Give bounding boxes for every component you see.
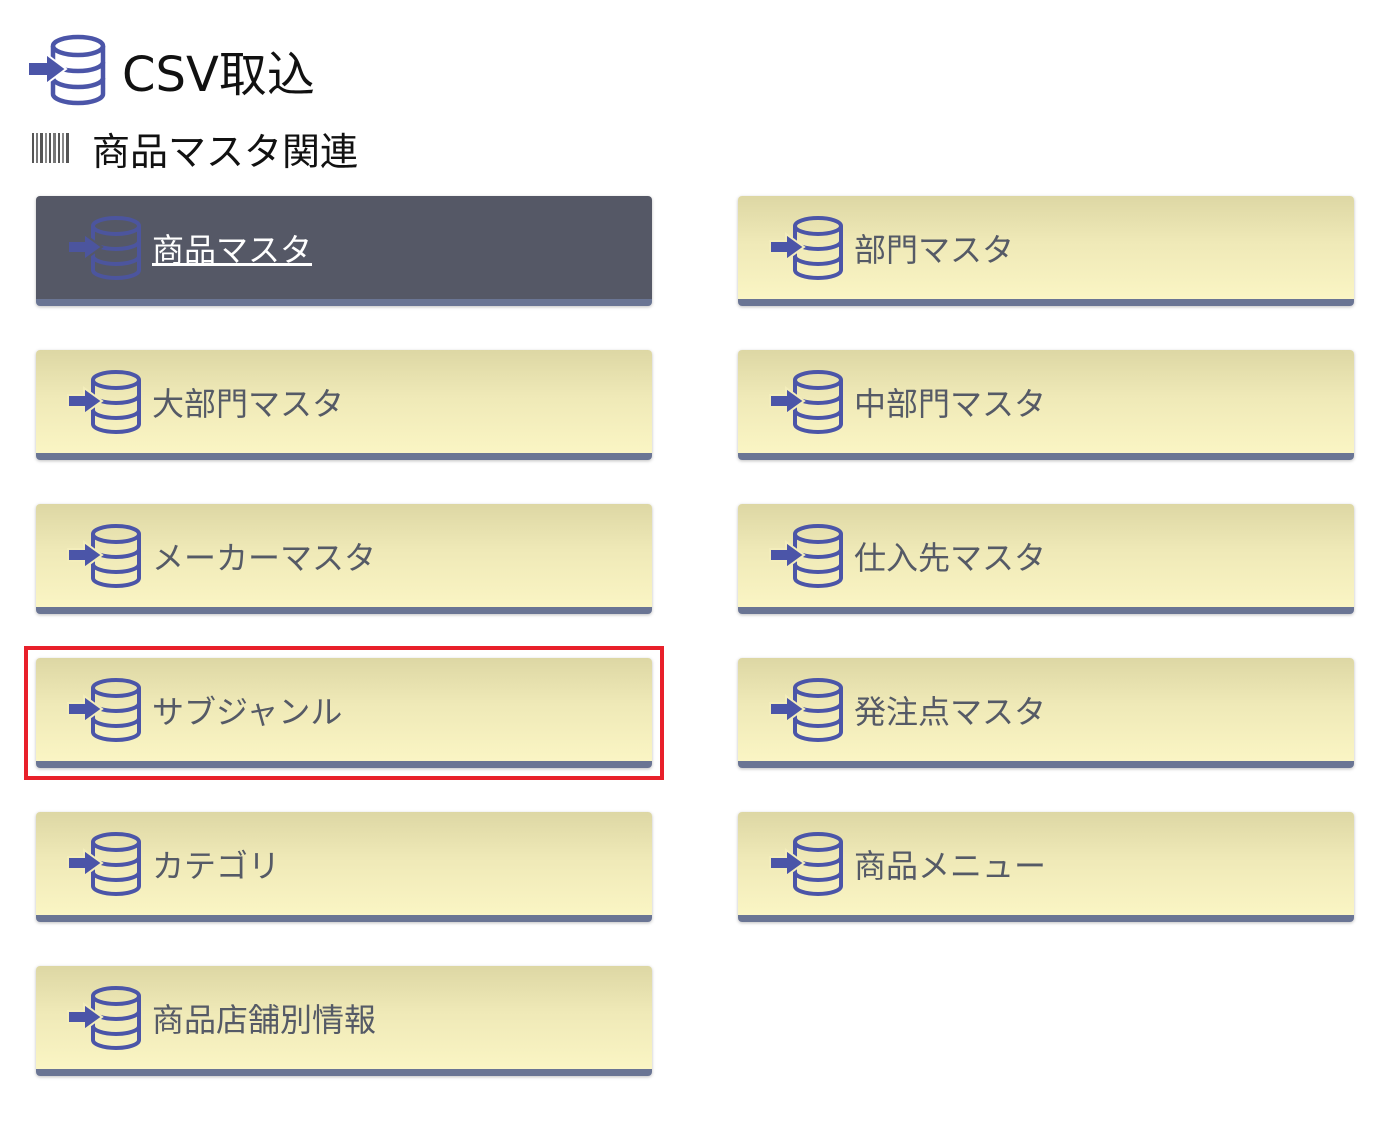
- tile-hacchuten-master[interactable]: 発注点マスタ: [738, 658, 1354, 768]
- tile-label: サブジャンル: [152, 692, 343, 731]
- database-import-icon: [67, 985, 141, 1050]
- tile-shiiresaki-master[interactable]: 仕入先マスタ: [738, 504, 1354, 614]
- database-import-icon: [769, 369, 843, 434]
- tile-label: 仕入先マスタ: [854, 538, 1047, 577]
- tile-shohin-tenpo-betsu[interactable]: 商品店舗別情報: [36, 966, 652, 1076]
- tile-chubumon-master[interactable]: 中部門マスタ: [738, 350, 1354, 460]
- tile-label: カテゴリ: [152, 846, 281, 885]
- tile-label: 商品店舗別情報: [152, 1000, 377, 1039]
- tile-daibumon-master[interactable]: 大部門マスタ: [36, 350, 652, 460]
- tile-label: 商品マスタ: [152, 230, 313, 269]
- section-header: 商品マスタ関連: [32, 120, 358, 176]
- tile-label: 大部門マスタ: [152, 384, 345, 423]
- database-import-icon: [26, 34, 106, 106]
- tile-shohin-master[interactable]: 商品マスタ: [36, 196, 652, 306]
- database-import-icon: [67, 523, 141, 588]
- database-import-icon: [67, 677, 141, 742]
- tile-subgenre[interactable]: サブジャンル: [36, 658, 652, 768]
- tile-label: 中部門マスタ: [854, 384, 1047, 423]
- tile-shohin-menu[interactable]: 商品メニュー: [738, 812, 1354, 922]
- tile-label: メーカーマスタ: [152, 538, 377, 577]
- tile-label: 商品メニュー: [854, 846, 1047, 885]
- database-import-icon: [769, 677, 843, 742]
- barcode-icon: [32, 133, 69, 163]
- database-import-icon: [769, 831, 843, 896]
- page-header: CSV取込: [26, 30, 315, 110]
- database-import-icon: [67, 831, 141, 896]
- tile-category[interactable]: カテゴリ: [36, 812, 652, 922]
- tile-maker-master[interactable]: メーカーマスタ: [36, 504, 652, 614]
- database-import-icon: [67, 215, 141, 280]
- page: CSV取込 商品マスタ関連 商品マスタ 部門マスタ 大部門マスタ 中部門マスタ …: [0, 0, 1390, 1140]
- database-import-icon: [769, 523, 843, 588]
- database-import-icon: [67, 369, 141, 434]
- tile-bumon-master[interactable]: 部門マスタ: [738, 196, 1354, 306]
- database-import-icon: [769, 215, 843, 280]
- page-title: CSV取込: [122, 47, 315, 103]
- section-title: 商品マスタ関連: [92, 129, 359, 174]
- tile-label: 発注点マスタ: [854, 692, 1047, 731]
- tile-label: 部門マスタ: [854, 230, 1015, 269]
